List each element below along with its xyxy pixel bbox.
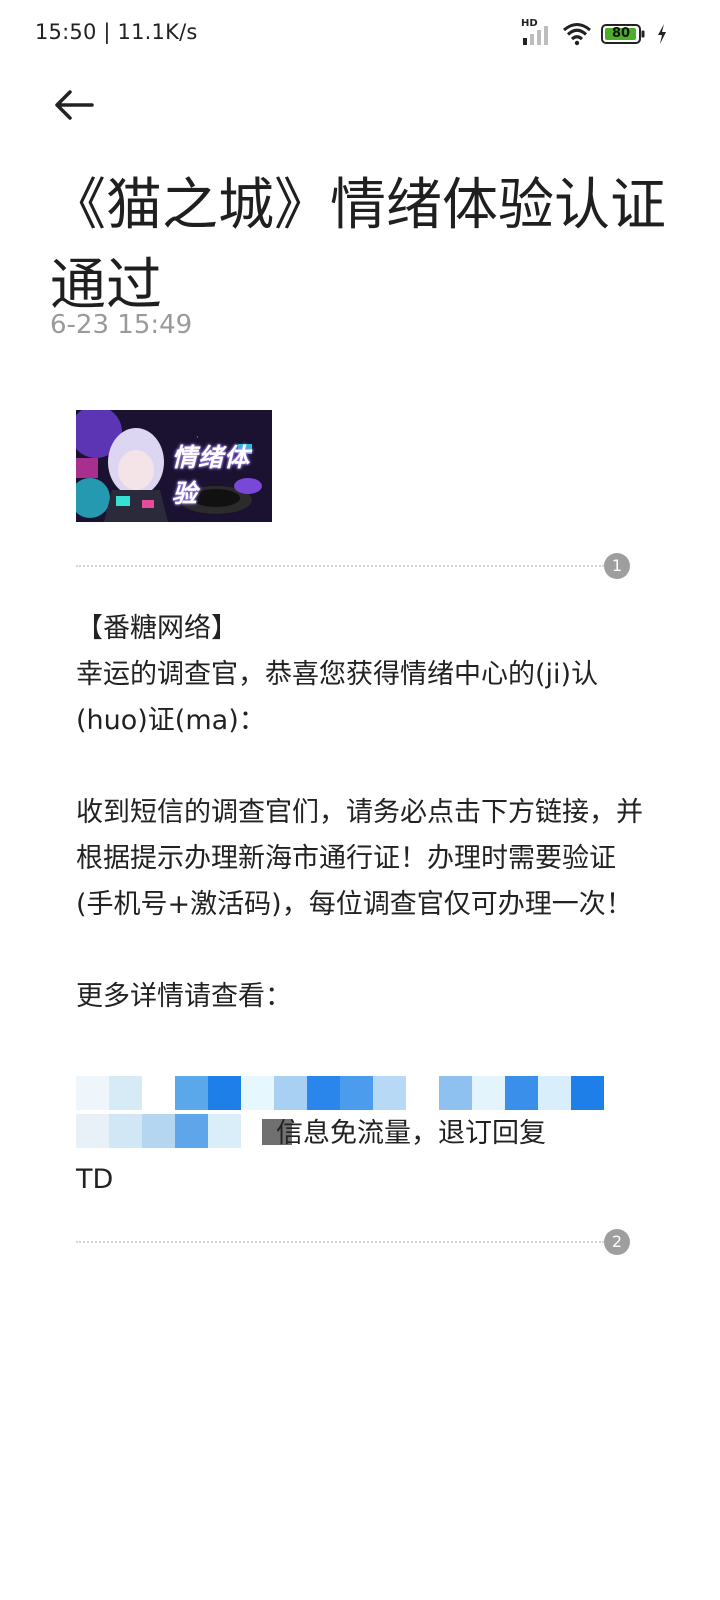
message-index-badge: 1 [604,553,630,579]
divider-1 [76,565,604,567]
banner-image[interactable]: · 情绪体验 [76,410,272,522]
message-index-badge: 2 [604,1229,630,1255]
redacted-link-row-1 [76,1076,604,1110]
message-body: 【番糖网络】 幸运的调查官，恭喜您获得情绪中心的(ji)认(huo)证(ma)：… [76,613,643,1012]
charging-icon [656,23,668,45]
message-timestamp: 6-23 15:49 [50,310,193,340]
message-tail-line-1: 信息免流量，退订回复 [276,1118,546,1149]
message-tail-line-2: TD [76,1164,114,1195]
redacted-link-row-2 [76,1114,274,1148]
status-bar: 15:50 | 11.1K/s HD 80 [0,0,720,70]
arrow-left-icon [55,90,94,120]
status-time-speed: 15:50 | 11.1K/s [35,20,198,44]
back-button[interactable] [52,84,100,126]
status-icons: HD 80 [521,18,668,48]
battery-icon: 80 [601,23,647,45]
message-title: 《猫之城》情绪体验认证通过 [50,173,666,318]
wifi-icon [562,22,592,46]
battery-level: 80 [611,26,631,41]
signal-icon: HD [521,18,553,46]
divider-2 [76,1241,604,1243]
banner-text: 情绪体验 [172,443,251,508]
